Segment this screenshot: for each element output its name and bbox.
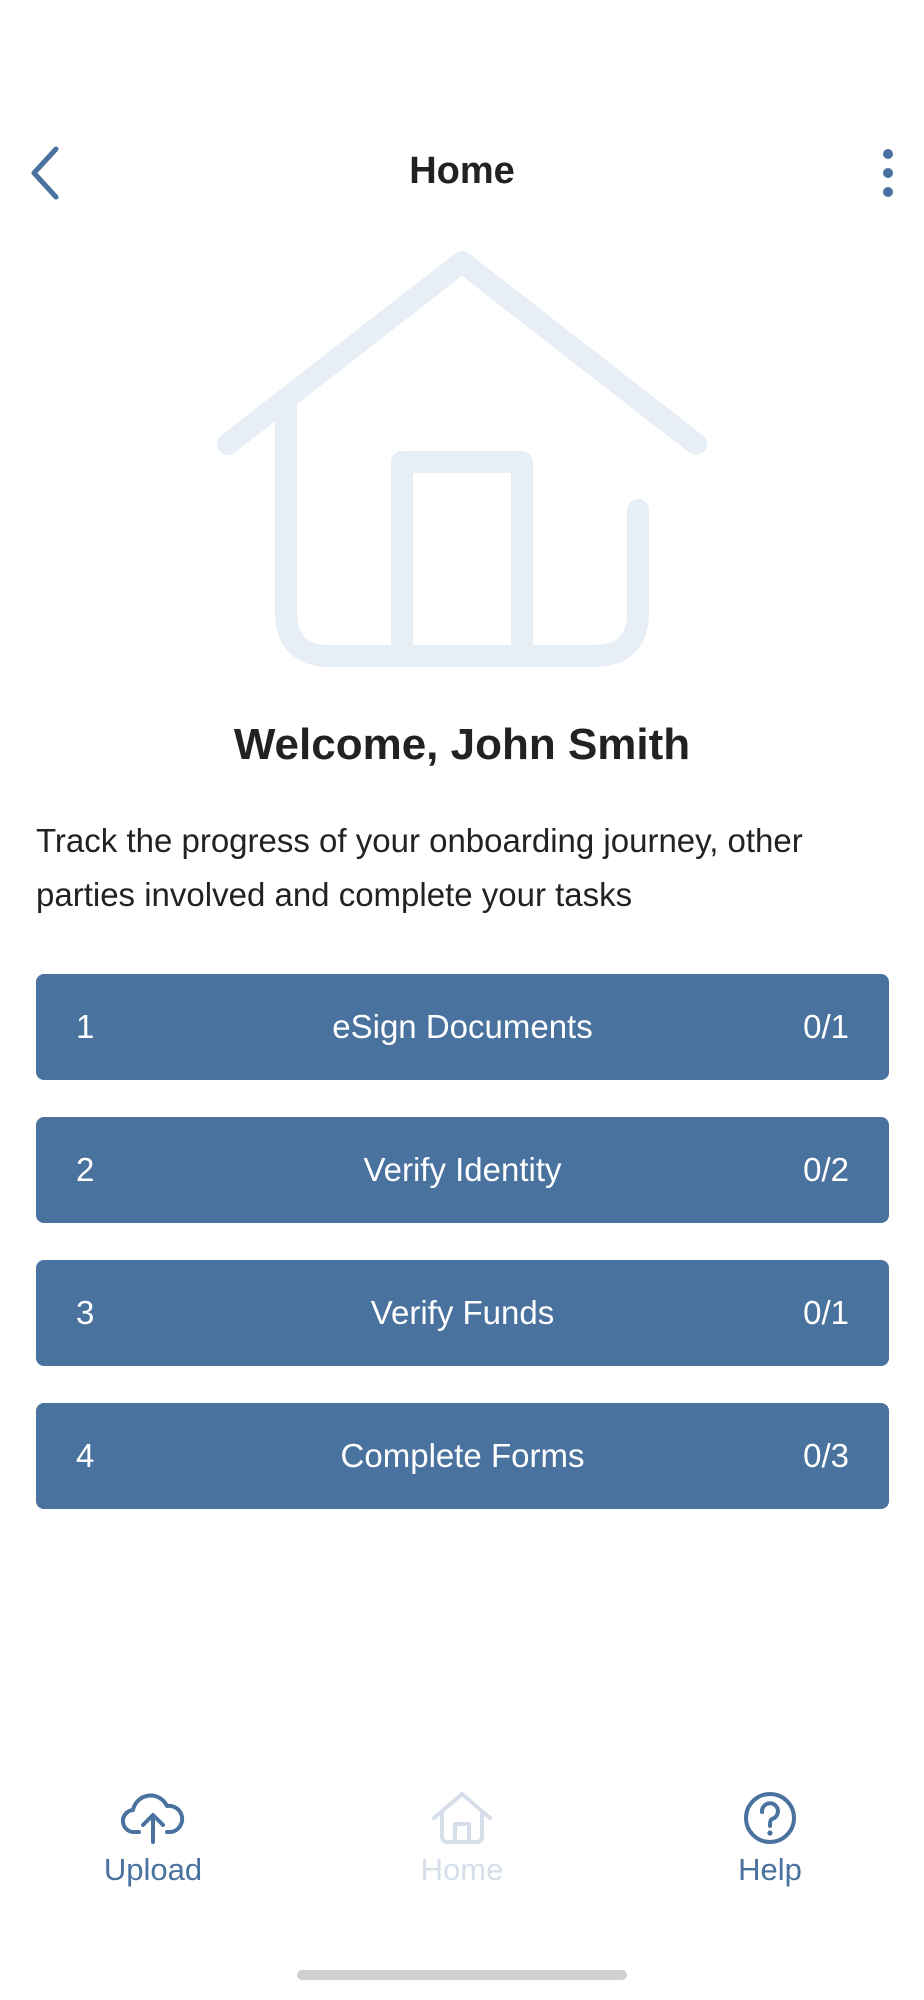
welcome-heading: Welcome, John Smith bbox=[233, 720, 691, 769]
task-title: eSign Documents bbox=[332, 1008, 593, 1045]
home-indicator bbox=[297, 1970, 627, 1980]
task-progress: 0/1 bbox=[803, 1008, 849, 1045]
task-progress: 0/3 bbox=[803, 1437, 849, 1474]
cloud-upload-icon bbox=[121, 1793, 185, 1844]
task-progress: 0/2 bbox=[803, 1151, 849, 1188]
task-list: 1 eSign Documents 0/1 2 Verify Identity … bbox=[36, 974, 889, 1546]
task-title: Verify Funds bbox=[370, 1294, 555, 1331]
more-options-button[interactable] bbox=[866, 138, 910, 208]
task-title: Verify Identity bbox=[363, 1151, 562, 1188]
house-icon bbox=[432, 1792, 492, 1844]
help-circle-icon bbox=[744, 1792, 796, 1844]
task-title: Complete Forms bbox=[340, 1437, 585, 1474]
bottom-tab-bar: Upload Home Help bbox=[0, 1790, 924, 1920]
tab-home-label: Home bbox=[420, 1852, 504, 1887]
task-verify-funds[interactable]: 3 Verify Funds 0/1 bbox=[36, 1260, 889, 1366]
tab-help[interactable]: Help bbox=[670, 1790, 870, 1920]
house-icon bbox=[217, 251, 707, 667]
task-esign-documents[interactable]: 1 eSign Documents 0/1 bbox=[36, 974, 889, 1080]
header: Home bbox=[0, 128, 924, 224]
tab-upload[interactable]: Upload bbox=[53, 1790, 253, 1920]
task-verify-identity[interactable]: 2 Verify Identity 0/2 bbox=[36, 1117, 889, 1223]
task-complete-forms[interactable]: 4 Complete Forms 0/3 bbox=[36, 1403, 889, 1509]
tab-help-label: Help bbox=[738, 1852, 802, 1887]
page-title: Home bbox=[409, 150, 515, 192]
tab-upload-label: Upload bbox=[103, 1852, 203, 1887]
task-progress: 0/1 bbox=[803, 1294, 849, 1331]
vertical-dots-icon bbox=[883, 149, 893, 197]
welcome-description: Track the progress of your onboarding jo… bbox=[36, 822, 803, 913]
tab-home[interactable]: Home bbox=[362, 1790, 562, 1920]
